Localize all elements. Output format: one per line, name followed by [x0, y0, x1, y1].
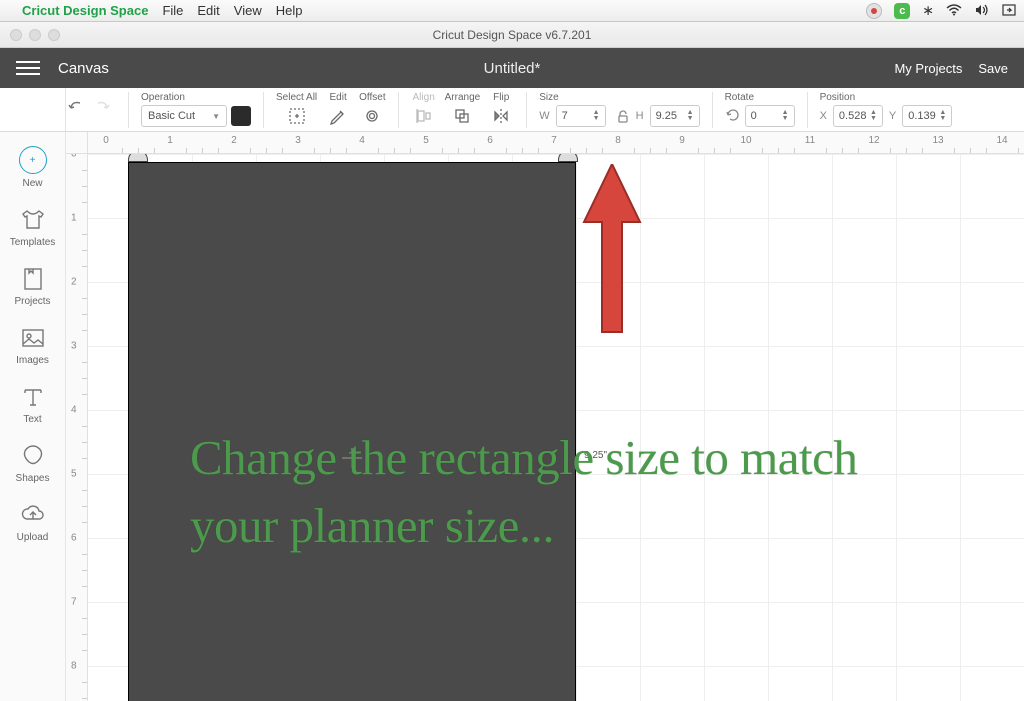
chevron-down-icon: ▼	[212, 112, 220, 121]
operation-label: Operation	[141, 92, 185, 103]
sidebar-item-new[interactable]: + New	[0, 138, 65, 199]
height-label: H	[636, 110, 644, 122]
sidebar-item-images[interactable]: Images	[0, 317, 65, 376]
select-all-label: Select All	[276, 92, 317, 103]
hamburger-menu-button[interactable]	[16, 61, 40, 75]
ruler-vertical: 012345678	[66, 154, 88, 701]
sidebar-item-shapes[interactable]: Shapes	[0, 435, 65, 494]
height-input[interactable]: 9.25▲▼	[650, 105, 700, 127]
width-input[interactable]: 7▲▼	[556, 105, 606, 127]
y-spinner[interactable]: ▲▼	[939, 110, 946, 122]
width-spinner[interactable]: ▲▼	[593, 110, 600, 122]
align-button	[411, 105, 437, 127]
align-label: Align	[413, 92, 435, 103]
position-label: Position	[820, 92, 856, 103]
size-label: Size	[539, 92, 558, 103]
window-titlebar: Cricut Design Space v6.7.201	[0, 22, 1024, 48]
menu-help[interactable]: Help	[276, 3, 303, 18]
save-button[interactable]: Save	[978, 61, 1008, 76]
app-header: Canvas Untitled* My Projects Save	[0, 48, 1024, 88]
operation-select[interactable]: Basic Cut ▼	[141, 105, 227, 127]
rotate-spinner[interactable]: ▲▼	[782, 110, 789, 122]
offset-label: Offset	[359, 92, 386, 103]
annotation-arrow	[582, 164, 642, 334]
sidebar-item-upload[interactable]: Upload	[0, 494, 65, 553]
shapes-icon	[20, 443, 46, 469]
select-all-button[interactable]	[284, 105, 310, 127]
sidebar-item-projects[interactable]: Projects	[0, 258, 65, 317]
text-icon	[20, 384, 46, 410]
x-label: X	[820, 110, 827, 122]
edit-toolbar: Operation Basic Cut ▼ Select All Edit Of…	[0, 88, 1024, 132]
offset-button[interactable]	[359, 105, 385, 127]
ruler-horizontal: 01234567891011121314	[88, 132, 1024, 154]
menu-file[interactable]: File	[162, 3, 183, 18]
annotation-text: Change the rectangle size to match your …	[190, 424, 870, 559]
menu-view[interactable]: View	[234, 3, 262, 18]
image-icon	[20, 325, 46, 351]
status-icon[interactable]	[866, 3, 882, 19]
flip-button[interactable]	[488, 105, 514, 127]
left-sidebar: + New Templates Projects Images Text Sha…	[0, 132, 66, 701]
canvas-area[interactable]: 01234567891011121314 012345678 9.25" Cha…	[66, 132, 1024, 701]
y-label: Y	[889, 110, 896, 122]
upload-icon	[20, 502, 46, 528]
shirt-icon	[20, 207, 46, 233]
projects-icon	[20, 266, 46, 292]
menu-edit[interactable]: Edit	[197, 3, 219, 18]
rotate-icon	[725, 107, 741, 126]
redo-button[interactable]	[92, 98, 112, 121]
x-input[interactable]: 0.528▲▼	[833, 105, 883, 127]
ruler-corner	[66, 132, 88, 154]
y-input[interactable]: 0.139▲▼	[902, 105, 952, 127]
fullscreen-icon[interactable]	[1002, 3, 1016, 19]
wifi-icon[interactable]	[946, 3, 962, 19]
rotate-input[interactable]: 0▲▼	[745, 105, 795, 127]
undo-button[interactable]	[66, 98, 86, 121]
window-title-text: Cricut Design Space v6.7.201	[0, 28, 1024, 42]
volume-icon[interactable]	[974, 3, 990, 19]
width-label: W	[539, 110, 549, 122]
my-projects-link[interactable]: My Projects	[894, 61, 962, 76]
mac-menubar: Cricut Design Space File Edit View Help …	[0, 0, 1024, 22]
flip-label: Flip	[493, 92, 509, 103]
rotate-label: Rotate	[725, 92, 754, 103]
arrange-label: Arrange	[445, 92, 481, 103]
document-title: Untitled*	[0, 60, 1024, 77]
edit-label: Edit	[330, 92, 347, 103]
plus-icon: +	[19, 146, 47, 174]
x-spinner[interactable]: ▲▼	[870, 110, 877, 122]
arrange-button[interactable]	[449, 105, 475, 127]
cricut-tray-icon[interactable]: c	[894, 3, 910, 19]
canvas-label: Canvas	[58, 60, 109, 77]
edit-button[interactable]	[325, 105, 351, 127]
bluetooth-icon[interactable]: ∗	[922, 2, 934, 19]
height-spinner[interactable]: ▲▼	[687, 110, 694, 122]
sidebar-item-templates[interactable]: Templates	[0, 199, 65, 258]
app-name[interactable]: Cricut Design Space	[22, 3, 148, 18]
color-swatch[interactable]	[231, 106, 251, 126]
size-lock-button[interactable]	[616, 109, 630, 123]
sidebar-item-text[interactable]: Text	[0, 376, 65, 435]
